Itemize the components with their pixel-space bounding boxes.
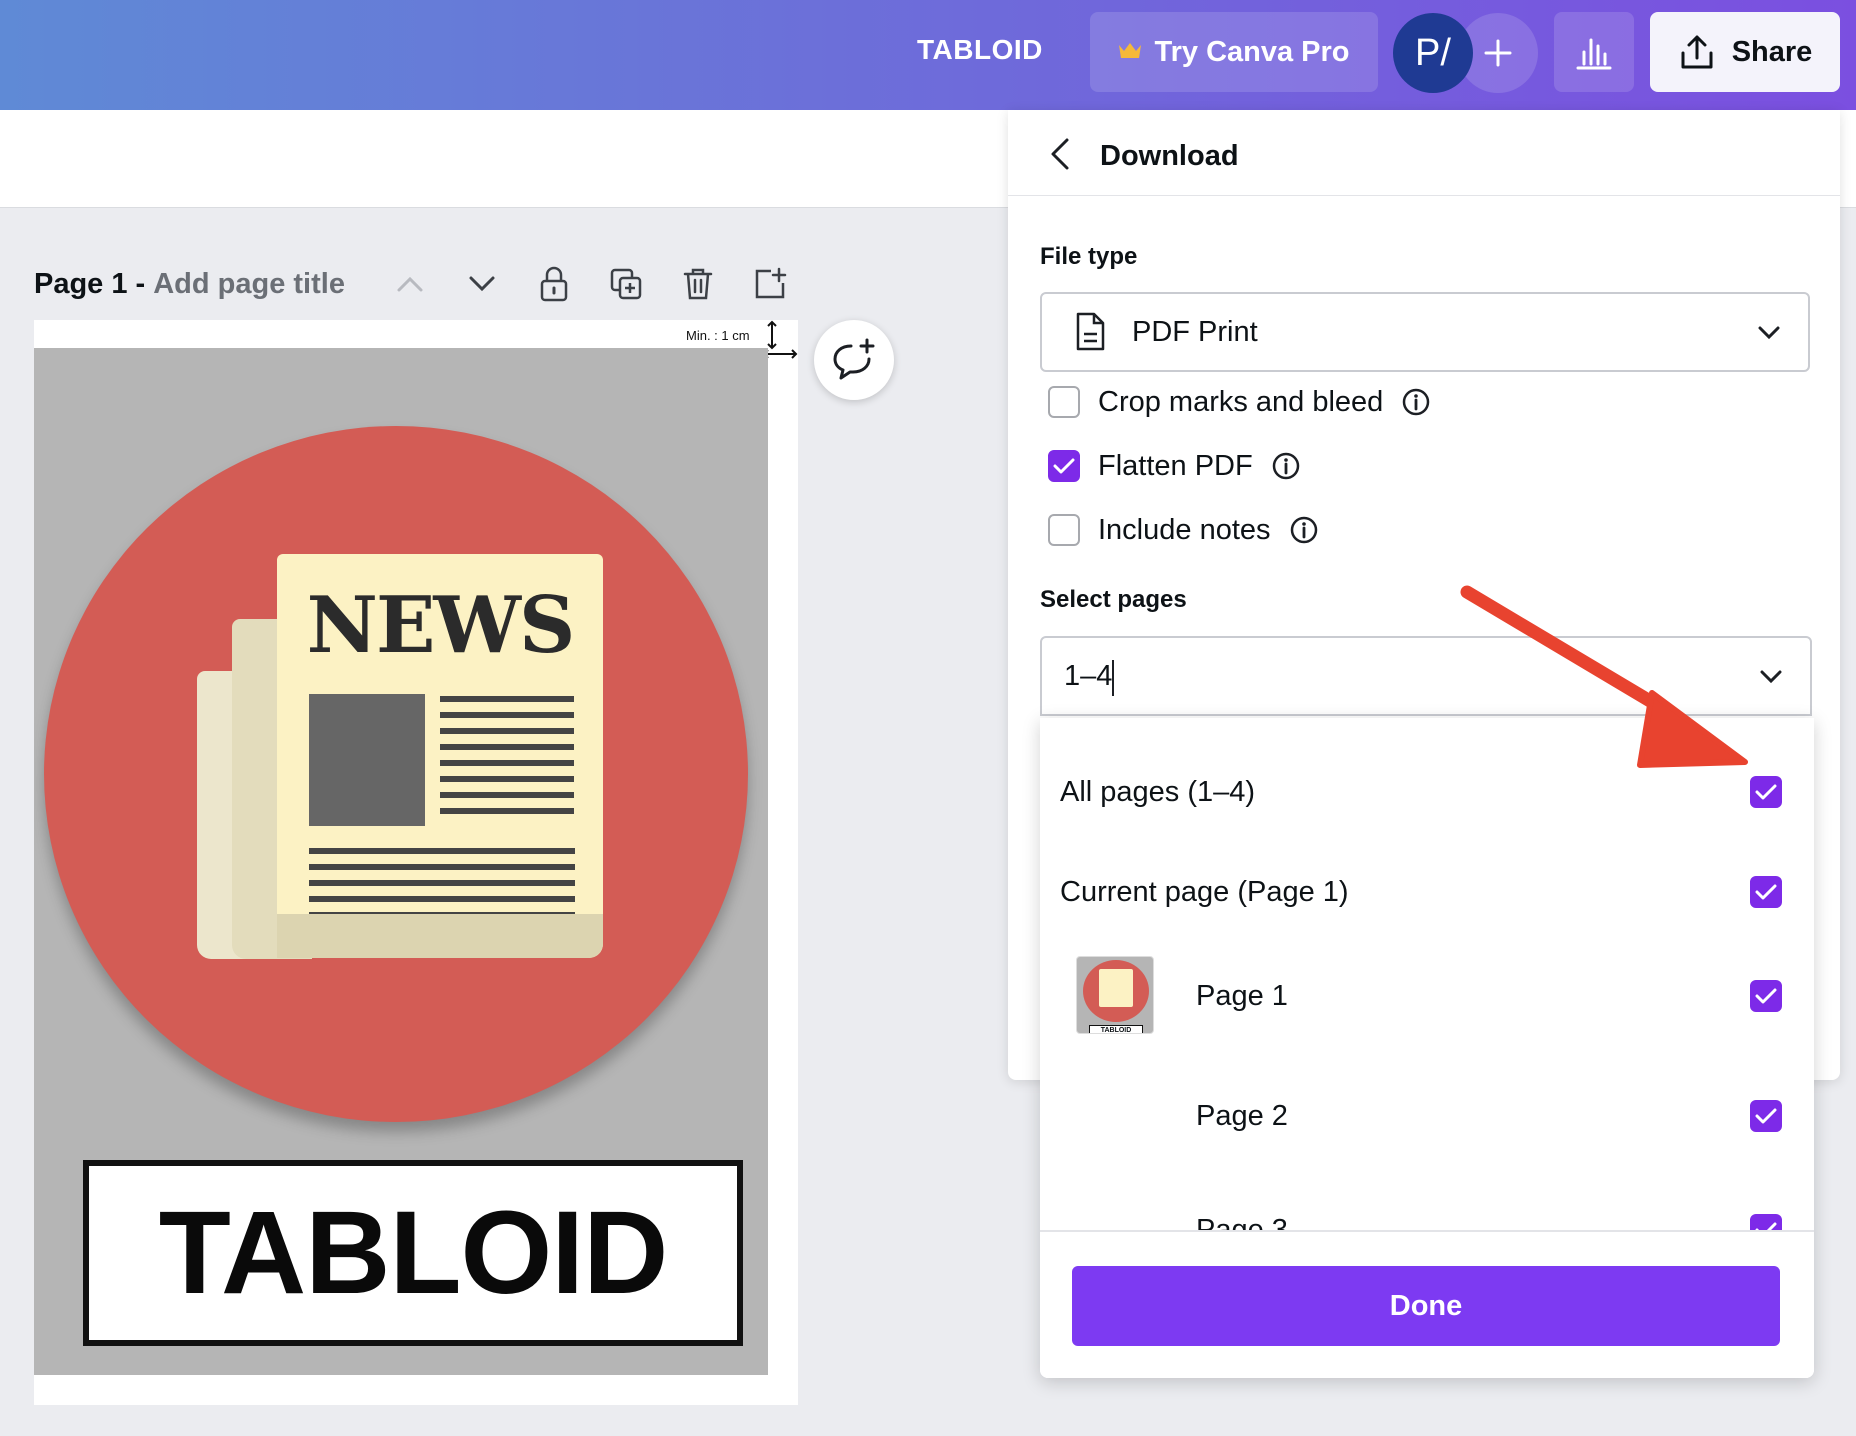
news-heading: NEWS: [306, 580, 576, 671]
move-page-down-button[interactable]: [460, 262, 504, 306]
file-type-label: File type: [1040, 243, 1138, 270]
option-current-page[interactable]: Current page (Page 1): [1060, 862, 1794, 922]
page-header: Page 1 - Add page title: [34, 262, 345, 306]
lock-icon: [540, 266, 568, 302]
check-icon: [1755, 988, 1777, 1004]
page-2-checkbox[interactable]: [1750, 1100, 1782, 1132]
add-comment-button[interactable]: [814, 320, 894, 400]
try-canva-pro-label: Try Canva Pro: [1154, 35, 1350, 68]
thumbnail-title: TABLOID: [1089, 1025, 1143, 1033]
try-canva-pro-button[interactable]: Try Canva Pro: [1090, 12, 1378, 92]
comment-add-icon: [833, 338, 875, 380]
all-pages-checkbox[interactable]: [1750, 776, 1782, 808]
share-label: Share: [1731, 35, 1813, 68]
check-icon: [1755, 1108, 1777, 1124]
insights-button[interactable]: [1554, 12, 1634, 92]
text-line: [440, 808, 574, 814]
text-line: [309, 880, 575, 886]
newspaper-photo: [309, 694, 425, 826]
file-type-select[interactable]: PDF Print: [1040, 292, 1810, 372]
tabloid-title-box[interactable]: TABLOID: [83, 1160, 743, 1346]
file-type-value: PDF Print: [1132, 316, 1258, 348]
current-page-checkbox[interactable]: [1750, 876, 1782, 908]
chevron-down-icon: [469, 276, 495, 292]
text-line: [440, 792, 574, 798]
text-line: [309, 848, 575, 854]
document-icon: [1076, 312, 1105, 351]
select-pages-input[interactable]: 1–4: [1040, 636, 1812, 716]
flatten-pdf-option[interactable]: Flatten PDF: [1048, 448, 1301, 484]
text-line: [440, 776, 574, 782]
include-notes-label: Include notes: [1098, 513, 1271, 546]
bar-chart-icon: [1576, 38, 1612, 70]
info-icon[interactable]: [1289, 515, 1319, 545]
lock-page-button[interactable]: [532, 262, 576, 306]
page-1-label: Page 1: [1196, 979, 1288, 1012]
current-page-label: Current page (Page 1): [1060, 875, 1349, 908]
text-line: [440, 760, 574, 766]
all-pages-label: All pages (1–4): [1060, 775, 1256, 808]
select-pages-label: Select pages: [1040, 586, 1187, 613]
page-1-thumbnail: TABLOID: [1076, 956, 1154, 1034]
move-page-up-button[interactable]: [388, 262, 432, 306]
crop-marks-label: Crop marks and bleed: [1098, 385, 1384, 418]
trash-icon: [683, 268, 713, 300]
select-pages-value[interactable]: 1–4: [1064, 660, 1112, 693]
duplicate-page-button[interactable]: [604, 262, 648, 306]
check-icon: [1755, 884, 1777, 900]
text-line: [440, 744, 574, 750]
add-page-icon: [755, 267, 787, 299]
crop-marks-checkbox[interactable]: [1048, 386, 1080, 418]
info-icon[interactable]: [1271, 451, 1301, 481]
page-2-label: Page 2: [1196, 1099, 1288, 1132]
plus-icon: [1484, 39, 1512, 67]
newspaper-shadow: [277, 914, 603, 958]
document-title[interactable]: TABLOID: [917, 34, 1043, 66]
download-panel-header: Download: [1008, 110, 1840, 196]
option-all-pages[interactable]: All pages (1–4): [1060, 762, 1794, 822]
newspaper-graphic: NEWS: [277, 554, 603, 958]
add-page-button[interactable]: [748, 262, 792, 306]
flatten-pdf-checkbox[interactable]: [1048, 450, 1080, 482]
page-number: Page 1 -: [34, 267, 146, 300]
check-icon: [1053, 458, 1075, 474]
design-canvas[interactable]: Min. : 1 cm NEWS TABLOID: [34, 320, 798, 1405]
chevron-down-icon: [1756, 662, 1786, 692]
text-cursor: [1112, 660, 1114, 696]
text-line: [309, 896, 575, 902]
design-page[interactable]: NEWS TABLOID: [34, 348, 768, 1375]
top-bar: TABLOID Try Canva Pro P/ Share: [0, 0, 1856, 110]
chevron-down-icon: [1754, 318, 1784, 348]
dropdown-divider: [1040, 1230, 1814, 1232]
back-button[interactable]: [1040, 134, 1080, 174]
page-title-input[interactable]: Add page title: [153, 268, 345, 301]
crown-icon: [1118, 36, 1142, 69]
text-line: [309, 864, 575, 870]
select-pages-dropdown: All pages (1–4) Current page (Page 1) TA…: [1040, 718, 1814, 1378]
upload-icon: [1681, 35, 1713, 69]
done-button[interactable]: Done: [1072, 1266, 1780, 1346]
share-button[interactable]: Share: [1650, 12, 1840, 92]
include-notes-option[interactable]: Include notes: [1048, 512, 1319, 548]
chevron-up-icon: [397, 276, 423, 292]
info-icon[interactable]: [1401, 387, 1431, 417]
panel-title: Download: [1100, 140, 1239, 172]
page-1-checkbox[interactable]: [1750, 980, 1782, 1012]
chevron-left-icon: [1051, 138, 1069, 170]
flatten-pdf-label: Flatten PDF: [1098, 449, 1253, 482]
duplicate-icon: [610, 268, 642, 300]
text-line: [440, 728, 574, 734]
thumbnail-newspaper: [1099, 969, 1133, 1007]
include-notes-checkbox[interactable]: [1048, 514, 1080, 546]
delete-page-button[interactable]: [676, 262, 720, 306]
crop-marks-option[interactable]: Crop marks and bleed: [1048, 384, 1431, 420]
text-line: [440, 712, 574, 718]
option-page-1[interactable]: Page 1: [1196, 966, 1794, 1026]
margin-hint-label: Min. : 1 cm: [686, 328, 750, 343]
text-line: [440, 696, 574, 702]
check-icon: [1755, 784, 1777, 800]
option-page-2[interactable]: Page 2: [1196, 1086, 1794, 1146]
avatar[interactable]: P/: [1393, 13, 1473, 93]
tabloid-title-text[interactable]: TABLOID: [159, 1185, 669, 1321]
